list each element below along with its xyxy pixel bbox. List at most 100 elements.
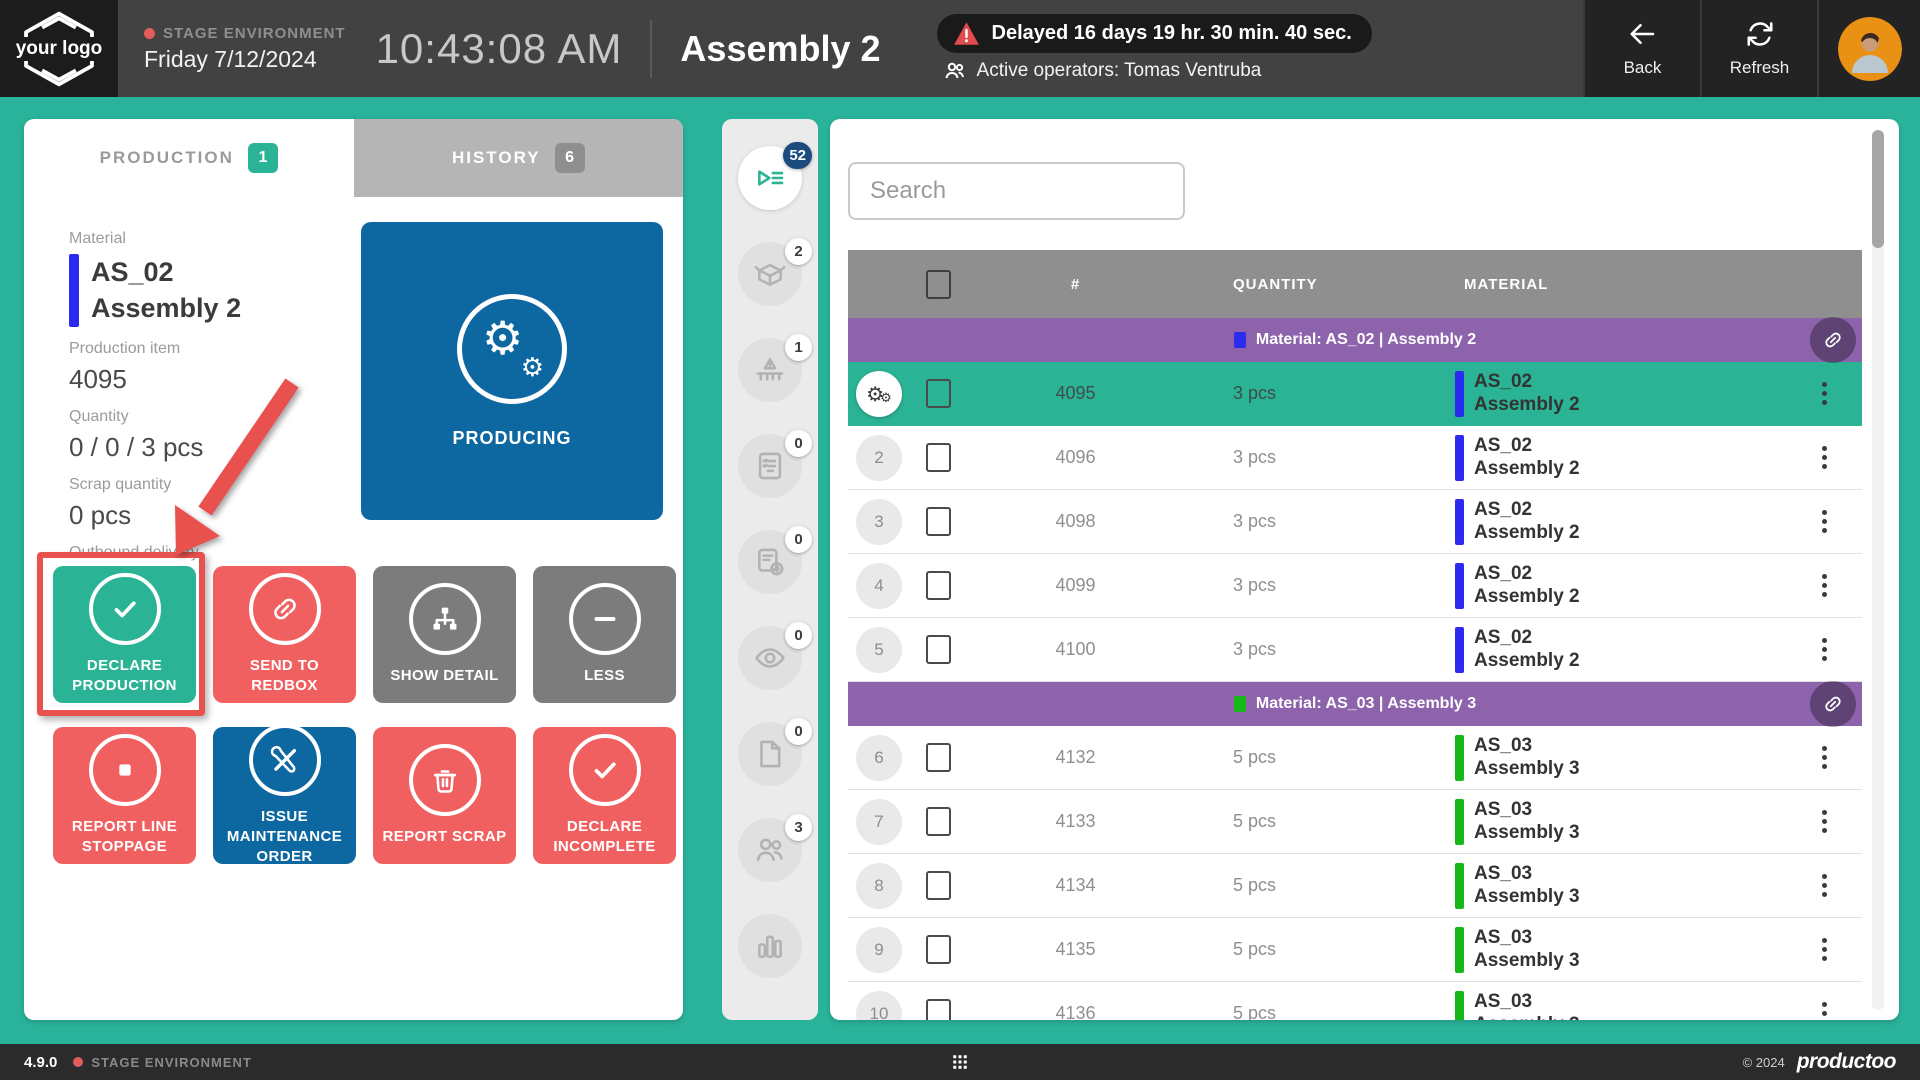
material-code: AS_03 bbox=[1474, 735, 1580, 758]
column-header-quantity: QUANTITY bbox=[1178, 276, 1408, 293]
orders-table: # QUANTITY MATERIAL Material: AS_02 | As… bbox=[848, 250, 1862, 1020]
material-name: Assembly 2 bbox=[1474, 650, 1580, 673]
material-color-bar bbox=[1455, 863, 1464, 909]
report-line-stoppage-label: REPORT LINE STOPPAGE bbox=[59, 817, 190, 858]
order-row-4135[interactable]: 941355 pcs AS_03 Assembly 3 bbox=[848, 918, 1862, 982]
group-link-button[interactable] bbox=[1810, 681, 1856, 727]
apps-grid-button[interactable] bbox=[951, 1053, 969, 1071]
order-quantity: 5 pcs bbox=[1178, 811, 1408, 832]
rail-item-file[interactable]: 0 bbox=[738, 722, 802, 786]
rail-item-production-queue[interactable]: 52 bbox=[738, 146, 802, 210]
order-row-4096[interactable]: 240963 pcs AS_02 Assembly 2 bbox=[848, 426, 1862, 490]
order-row-4134[interactable]: 841345 pcs AS_03 Assembly 3 bbox=[848, 854, 1862, 918]
order-material: AS_02 Assembly 2 bbox=[1408, 371, 1798, 417]
row-checkbox[interactable] bbox=[926, 807, 951, 836]
rail-badge: 0 bbox=[785, 622, 812, 649]
show-detail-button[interactable]: SHOW DETAIL bbox=[373, 566, 516, 703]
avatar-block[interactable] bbox=[1817, 0, 1920, 97]
order-quantity: 5 pcs bbox=[1178, 747, 1408, 768]
material-name: Assembly 3 bbox=[1474, 886, 1580, 909]
material-name: Assembly 3 bbox=[1474, 822, 1580, 845]
material-code: AS_03 bbox=[1474, 991, 1580, 1014]
table-header-row: # QUANTITY MATERIAL bbox=[848, 250, 1862, 318]
tab-history-label: HISTORY bbox=[452, 148, 541, 168]
row-checkbox[interactable] bbox=[926, 743, 951, 772]
row-checkbox[interactable] bbox=[926, 507, 951, 536]
row-checkbox[interactable] bbox=[926, 999, 951, 1020]
scrollbar-track[interactable] bbox=[1872, 130, 1884, 1010]
material-color-bar bbox=[1455, 499, 1464, 545]
row-index-bubble: 3 bbox=[856, 499, 902, 545]
rail-item-document-action[interactable]: 0 bbox=[738, 530, 802, 594]
tools-icon bbox=[249, 724, 321, 796]
declare-production-button[interactable]: DECLARE PRODUCTION bbox=[53, 566, 196, 703]
rail-badge: 0 bbox=[785, 526, 812, 553]
select-all-checkbox[interactable] bbox=[926, 270, 951, 299]
material-code: AS_02 bbox=[1474, 563, 1580, 586]
outbound-label: Outbound delivery bbox=[69, 544, 359, 562]
less-button[interactable]: LESS bbox=[533, 566, 676, 703]
column-header-number: # bbox=[973, 276, 1178, 293]
row-checkbox[interactable] bbox=[926, 635, 951, 664]
send-to-redbox-button[interactable]: SEND TO REDBOX bbox=[213, 566, 356, 703]
report-scrap-button[interactable]: REPORT SCRAP bbox=[373, 727, 516, 864]
order-material: AS_02 Assembly 2 bbox=[1408, 563, 1798, 609]
order-material: AS_03 Assembly 3 bbox=[1408, 799, 1798, 845]
rail-item-eye[interactable]: 0 bbox=[738, 626, 802, 690]
row-checkbox[interactable] bbox=[926, 379, 951, 408]
check-circle-icon bbox=[89, 573, 161, 645]
table-body: Material: AS_02 | Assembly 2⚙⚙40953 pcs … bbox=[848, 318, 1862, 1020]
rail-item-box[interactable]: 2 bbox=[738, 242, 802, 306]
rail-item-operators[interactable]: 3 bbox=[738, 818, 802, 882]
row-checkbox[interactable] bbox=[926, 571, 951, 600]
group-color-swatch bbox=[1234, 332, 1246, 348]
group-link-button[interactable] bbox=[1810, 317, 1856, 363]
row-menu-kebab-icon[interactable] bbox=[1804, 866, 1844, 906]
search-input[interactable] bbox=[848, 162, 1185, 220]
order-row-4100[interactable]: 541003 pcs AS_02 Assembly 2 bbox=[848, 618, 1862, 682]
order-row-4136[interactable]: 1041365 pcs AS_03 Assembly 3 bbox=[848, 982, 1862, 1020]
issue-maintenance-order-button[interactable]: ISSUE MAINTENANCE ORDER bbox=[213, 727, 356, 864]
order-row-4098[interactable]: 340983 pcs AS_02 Assembly 2 bbox=[848, 490, 1862, 554]
delay-banner: Delayed 16 days 19 hr. 30 min. 40 sec. bbox=[937, 14, 1372, 53]
report-line-stoppage-button[interactable]: REPORT LINE STOPPAGE bbox=[53, 727, 196, 864]
order-row-4133[interactable]: 741335 pcs AS_03 Assembly 3 bbox=[848, 790, 1862, 854]
row-menu-kebab-icon[interactable] bbox=[1804, 930, 1844, 970]
link-icon bbox=[249, 573, 321, 645]
declare-production-label: DECLARE PRODUCTION bbox=[59, 656, 190, 697]
tab-history[interactable]: HISTORY 6 bbox=[354, 119, 684, 197]
rail-item-checklist[interactable]: 0 bbox=[738, 434, 802, 498]
row-index-bubble: 9 bbox=[856, 927, 902, 973]
row-menu-kebab-icon[interactable] bbox=[1804, 994, 1844, 1021]
material-group-row: Material: AS_02 | Assembly 2 bbox=[848, 318, 1862, 362]
row-menu-kebab-icon[interactable] bbox=[1804, 802, 1844, 842]
row-menu-kebab-icon[interactable] bbox=[1804, 502, 1844, 542]
row-menu-kebab-icon[interactable] bbox=[1804, 738, 1844, 778]
row-menu-kebab-icon[interactable] bbox=[1804, 374, 1844, 414]
producing-status-tile[interactable]: ⚙⚙ PRODUCING bbox=[361, 222, 663, 520]
rail-item-line-warning[interactable]: 1 bbox=[738, 338, 802, 402]
row-checkbox[interactable] bbox=[926, 871, 951, 900]
row-checkbox[interactable] bbox=[926, 443, 951, 472]
order-row-4099[interactable]: 440993 pcs AS_02 Assembly 2 bbox=[848, 554, 1862, 618]
order-number: 4133 bbox=[973, 811, 1178, 832]
material-label: Material bbox=[69, 230, 359, 248]
order-row-4132[interactable]: 641325 pcs AS_03 Assembly 3 bbox=[848, 726, 1862, 790]
row-menu-kebab-icon[interactable] bbox=[1804, 630, 1844, 670]
rail-badge: 0 bbox=[785, 718, 812, 745]
material-code: AS_02 bbox=[1474, 499, 1580, 522]
tab-production-count: 1 bbox=[248, 143, 278, 173]
row-menu-kebab-icon[interactable] bbox=[1804, 438, 1844, 478]
scrollbar-thumb[interactable] bbox=[1872, 130, 1884, 248]
back-button[interactable]: Back bbox=[1583, 0, 1700, 97]
order-number: 4136 bbox=[973, 1003, 1178, 1020]
rail-item-bar-chart[interactable] bbox=[738, 914, 802, 978]
material-code: AS_02 bbox=[1474, 627, 1580, 650]
tab-production[interactable]: PRODUCTION 1 bbox=[24, 119, 354, 197]
sitemap-icon bbox=[409, 583, 481, 655]
row-checkbox[interactable] bbox=[926, 935, 951, 964]
row-menu-kebab-icon[interactable] bbox=[1804, 566, 1844, 606]
declare-incomplete-button[interactable]: DECLARE INCOMPLETE bbox=[533, 727, 676, 864]
refresh-button[interactable]: Refresh bbox=[1700, 0, 1817, 97]
order-row-4095[interactable]: ⚙⚙40953 pcs AS_02 Assembly 2 bbox=[848, 362, 1862, 426]
